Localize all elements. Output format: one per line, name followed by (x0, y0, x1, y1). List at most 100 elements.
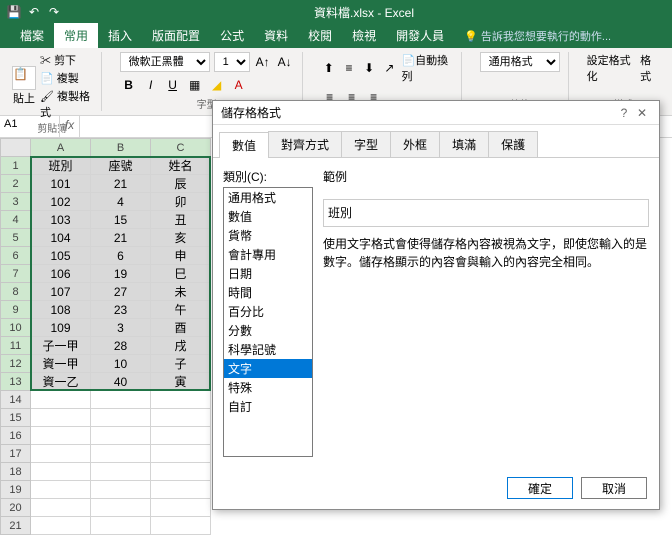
fill-color-button[interactable]: ◢ (208, 76, 226, 94)
cell[interactable]: 15 (91, 211, 151, 229)
font-size-select[interactable]: 12 (214, 52, 250, 72)
cell[interactable]: 戌 (151, 337, 211, 355)
row-header[interactable]: 18 (1, 463, 31, 481)
row-header[interactable]: 11 (1, 337, 31, 355)
cell[interactable] (31, 427, 91, 445)
cell[interactable] (151, 445, 211, 463)
tab-file[interactable]: 檔案 (10, 23, 54, 48)
cell[interactable]: 子 (151, 355, 211, 373)
row-header[interactable]: 19 (1, 481, 31, 499)
number-format-select[interactable]: 通用格式 (480, 52, 560, 72)
row-header[interactable]: 2 (1, 175, 31, 193)
row-header[interactable]: 21 (1, 517, 31, 535)
cell[interactable] (91, 499, 151, 517)
conditional-format-button[interactable]: 設定格式化 (587, 52, 637, 84)
select-all-corner[interactable] (1, 139, 31, 157)
cell[interactable]: 卯 (151, 193, 211, 211)
cell[interactable]: 21 (91, 175, 151, 193)
copy-button[interactable]: 📄 複製 (40, 70, 93, 86)
tab-layout[interactable]: 版面配置 (142, 23, 210, 48)
cut-button[interactable]: ✂ 剪下 (40, 52, 93, 68)
category-list[interactable]: 通用格式數值貨幣會計專用日期時間百分比分數科學記號文字特殊自訂 (223, 187, 313, 457)
cell[interactable]: 姓名 (151, 157, 211, 175)
cell[interactable]: 座號 (91, 157, 151, 175)
cell[interactable]: 10 (91, 355, 151, 373)
decrease-font-icon[interactable]: A↓ (276, 53, 294, 71)
row-header[interactable]: 17 (1, 445, 31, 463)
paste-button[interactable]: 📋 貼上 (12, 66, 36, 106)
cell[interactable]: 未 (151, 283, 211, 301)
fx-icon[interactable]: fx (60, 116, 80, 137)
cell[interactable]: 108 (31, 301, 91, 319)
tab-formulas[interactable]: 公式 (210, 23, 254, 48)
row-header[interactable]: 7 (1, 265, 31, 283)
cell[interactable] (31, 445, 91, 463)
cell[interactable]: 104 (31, 229, 91, 247)
name-box[interactable]: A1 (0, 116, 60, 137)
cell[interactable] (91, 409, 151, 427)
cell[interactable] (151, 517, 211, 535)
cancel-button[interactable]: 取消 (581, 477, 647, 499)
cell[interactable]: 丑 (151, 211, 211, 229)
align-top-icon[interactable]: ⬆ (321, 59, 337, 77)
cell[interactable] (151, 463, 211, 481)
cell[interactable]: 40 (91, 373, 151, 391)
category-item[interactable]: 文字 (224, 359, 312, 378)
category-item[interactable]: 貨幣 (224, 226, 312, 245)
row-header[interactable]: 6 (1, 247, 31, 265)
cell[interactable]: 巳 (151, 265, 211, 283)
cell[interactable] (91, 427, 151, 445)
border-button[interactable]: ▦ (186, 76, 204, 94)
cell[interactable]: 資一乙 (31, 373, 91, 391)
close-icon[interactable]: ✕ (633, 106, 651, 120)
tab-data[interactable]: 資料 (254, 23, 298, 48)
tab-developer[interactable]: 開發人員 (386, 23, 454, 48)
cell[interactable] (91, 517, 151, 535)
category-item[interactable]: 自訂 (224, 397, 312, 416)
category-item[interactable]: 數值 (224, 207, 312, 226)
cell[interactable]: 109 (31, 319, 91, 337)
row-header[interactable]: 4 (1, 211, 31, 229)
undo-icon[interactable]: ↶ (26, 4, 42, 20)
cell[interactable]: 107 (31, 283, 91, 301)
cell[interactable] (31, 463, 91, 481)
col-header[interactable]: C (151, 139, 211, 157)
increase-font-icon[interactable]: A↑ (254, 53, 272, 71)
italic-button[interactable]: I (142, 76, 160, 94)
cell[interactable]: 班別 (31, 157, 91, 175)
font-color-button[interactable]: A (230, 76, 248, 94)
tab-view[interactable]: 檢視 (342, 23, 386, 48)
font-name-select[interactable]: 微軟正黑體 (120, 52, 210, 72)
cell[interactable]: 亥 (151, 229, 211, 247)
ok-button[interactable]: 確定 (507, 477, 573, 499)
category-item[interactable]: 時間 (224, 283, 312, 302)
category-item[interactable]: 日期 (224, 264, 312, 283)
cell[interactable] (31, 409, 91, 427)
align-middle-icon[interactable]: ≡ (341, 59, 357, 77)
cell[interactable] (151, 499, 211, 517)
cell[interactable]: 寅 (151, 373, 211, 391)
row-header[interactable]: 20 (1, 499, 31, 517)
col-header[interactable]: B (91, 139, 151, 157)
row-header[interactable]: 15 (1, 409, 31, 427)
cell[interactable]: 106 (31, 265, 91, 283)
cell[interactable] (91, 481, 151, 499)
cell[interactable]: 27 (91, 283, 151, 301)
col-header[interactable]: A (31, 139, 91, 157)
cell[interactable]: 辰 (151, 175, 211, 193)
cell[interactable]: 4 (91, 193, 151, 211)
help-icon[interactable]: ? (615, 106, 633, 120)
underline-button[interactable]: U (164, 76, 182, 94)
row-header[interactable]: 12 (1, 355, 31, 373)
cell[interactable] (151, 391, 211, 409)
dialog-tab[interactable]: 填滿 (439, 131, 489, 157)
row-header[interactable]: 14 (1, 391, 31, 409)
cell[interactable] (151, 481, 211, 499)
row-header[interactable]: 10 (1, 319, 31, 337)
wrap-text-button[interactable]: 📄自動換列 (401, 52, 452, 84)
tab-home[interactable]: 常用 (54, 23, 98, 48)
category-item[interactable]: 百分比 (224, 302, 312, 321)
row-header[interactable]: 13 (1, 373, 31, 391)
cell[interactable]: 28 (91, 337, 151, 355)
dialog-tab[interactable]: 外框 (390, 131, 440, 157)
